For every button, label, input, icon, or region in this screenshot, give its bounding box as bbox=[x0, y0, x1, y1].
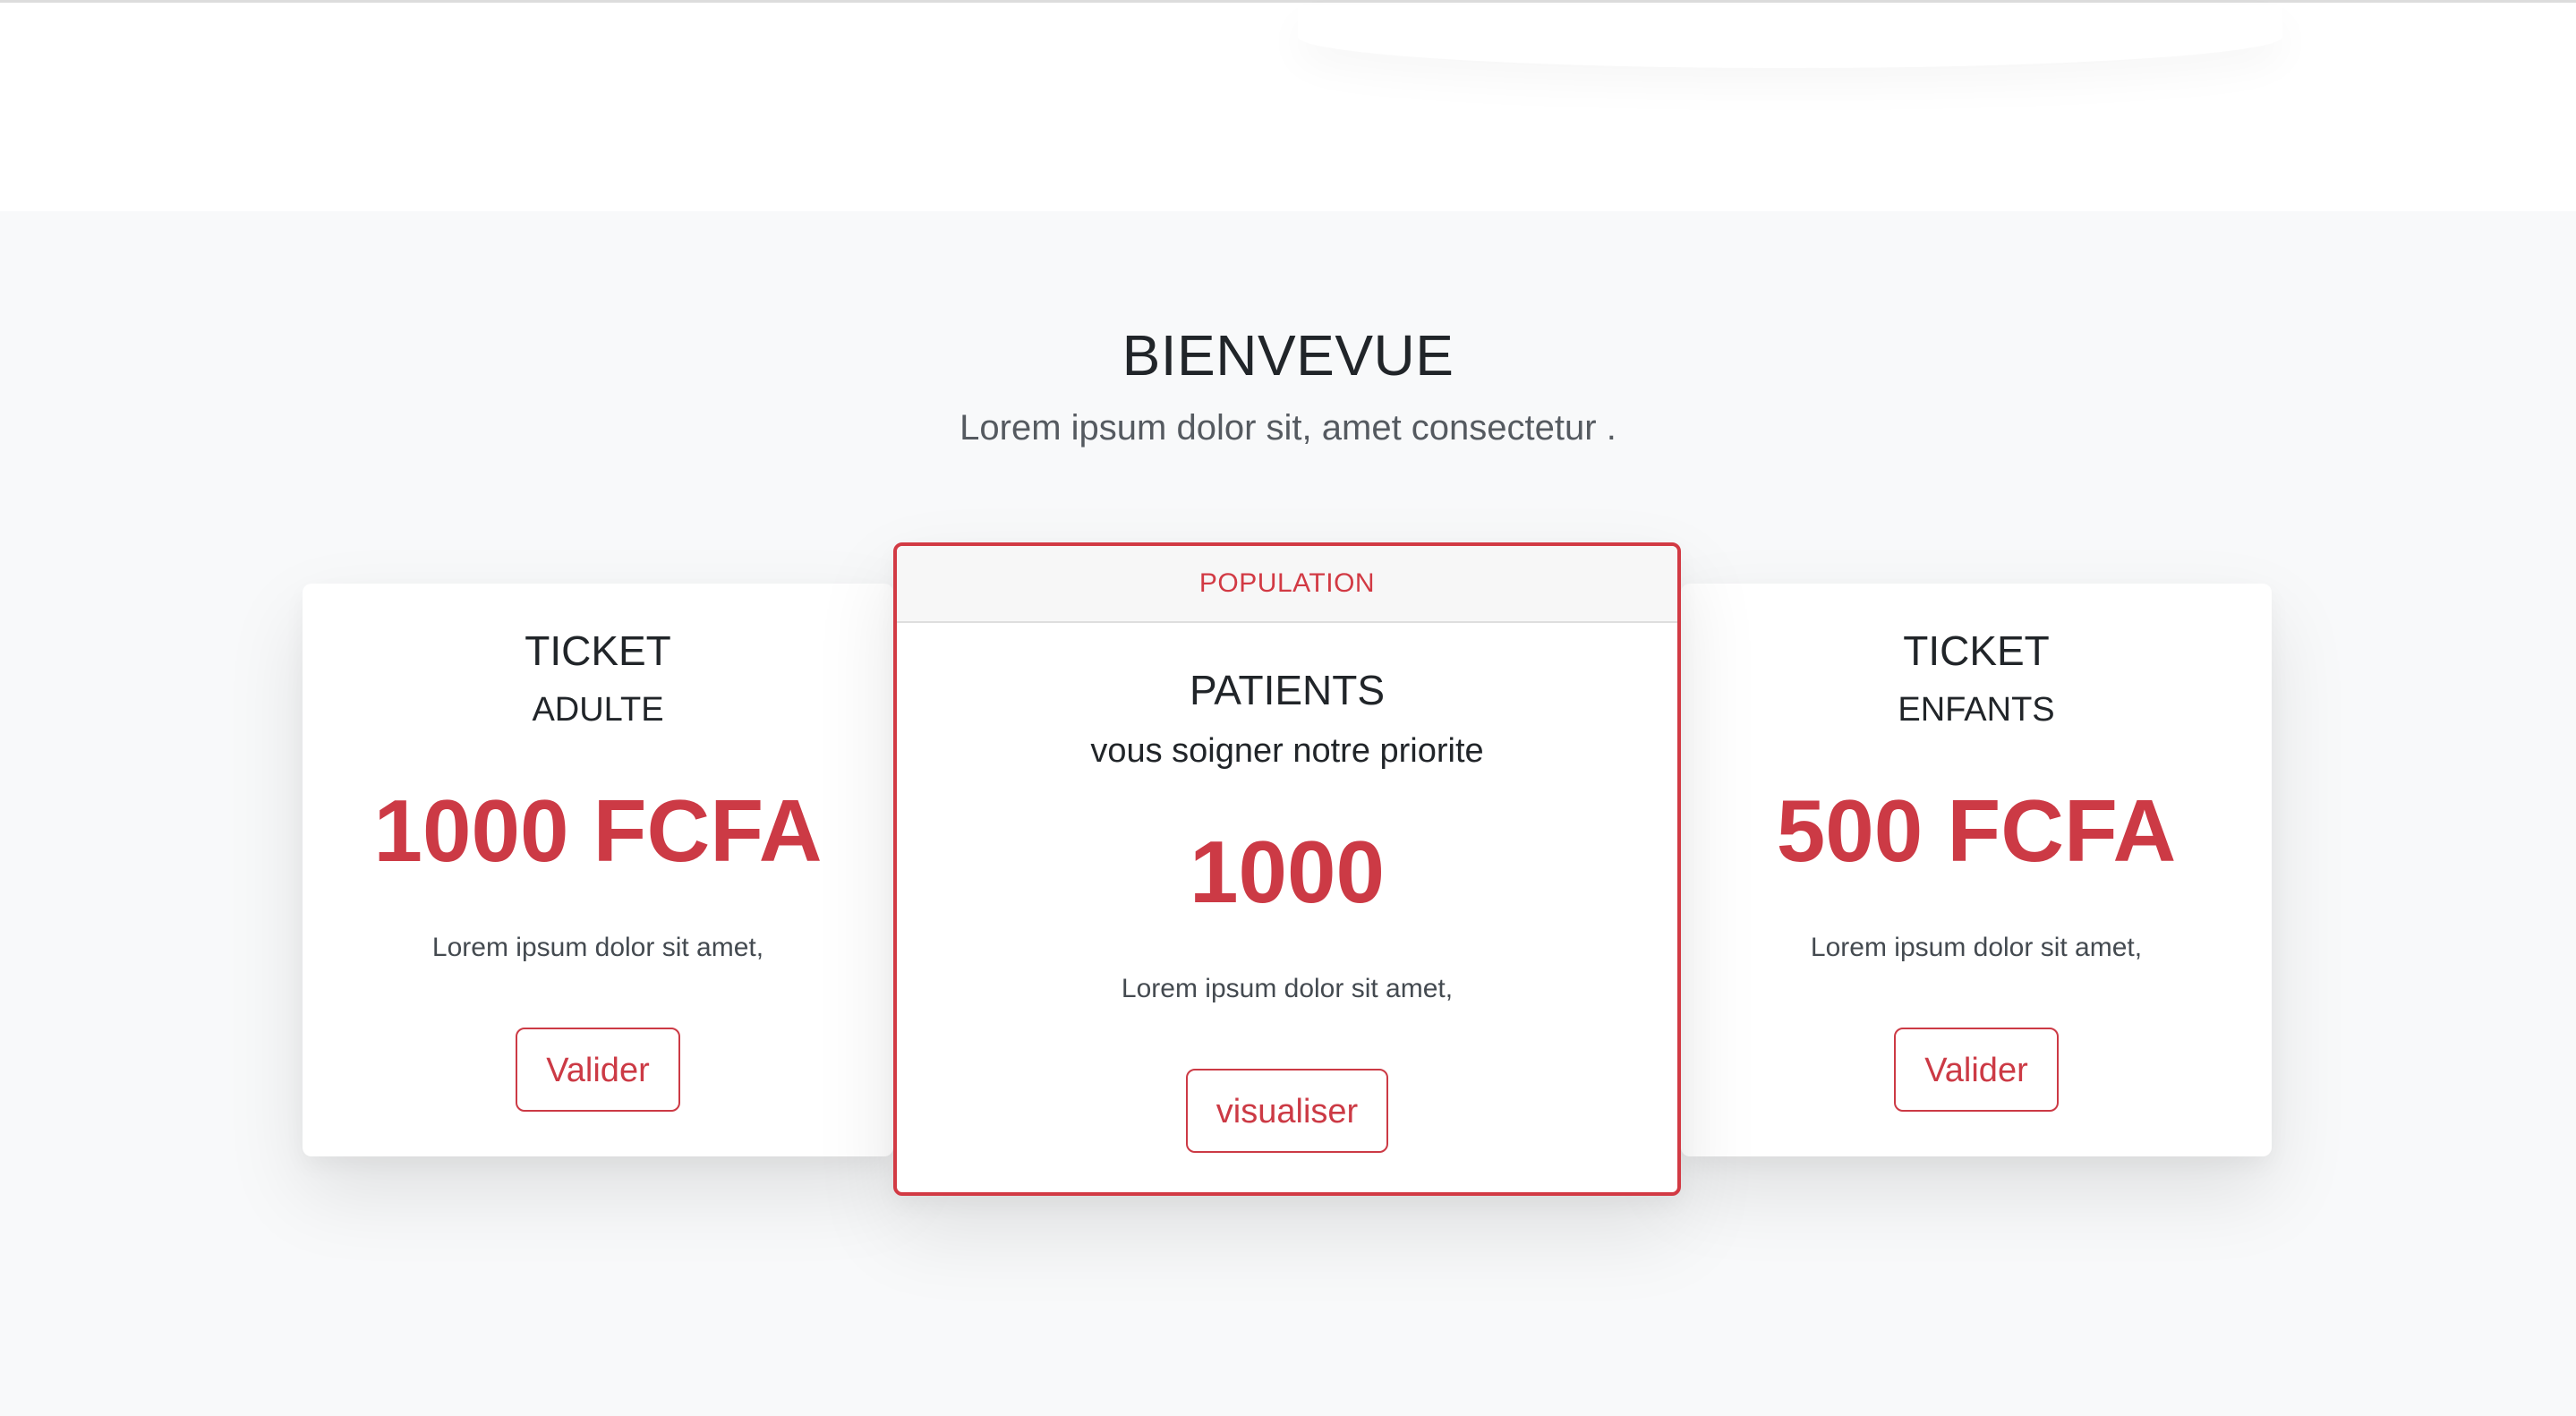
valider-button[interactable]: Valider bbox=[1894, 1028, 2059, 1112]
page-subtitle: Lorem ipsum dolor sit, amet consectetur … bbox=[960, 408, 1616, 448]
visualiser-button[interactable]: visualiser bbox=[1185, 1069, 1389, 1153]
card-description: Lorem ipsum dolor sit amet, bbox=[431, 933, 764, 962]
card-price: 1000 bbox=[1189, 823, 1385, 921]
card-title: PATIENTS bbox=[1189, 667, 1386, 713]
card-subtitle: ADULTE bbox=[532, 691, 664, 729]
card-title: TICKET bbox=[1903, 627, 2050, 674]
card-description: Lorem ipsum dolor sit amet, bbox=[1810, 933, 2143, 962]
top-navbar bbox=[0, 0, 2576, 211]
card-subtitle: vous soigner notre priorite bbox=[1090, 732, 1484, 770]
card-subtitle: ENFANTS bbox=[1898, 691, 2055, 729]
ticket-card-adulte: TICKET ADULTE 1000 FCFA Lorem ipsum dolo… bbox=[303, 584, 893, 1156]
card-description: Lorem ipsum dolor sit amet, bbox=[1121, 974, 1454, 1003]
page: BIENVEVUE Lorem ipsum dolor sit, amet co… bbox=[0, 0, 2576, 1416]
card-price: 1000 FCFA bbox=[373, 781, 823, 880]
patients-card: POPULATION PATIENTS vous soigner notre p… bbox=[893, 542, 1681, 1196]
page-title: BIENVEVUE bbox=[1122, 323, 1454, 388]
card-title: TICKET bbox=[525, 627, 671, 674]
card-price: 500 FCFA bbox=[1776, 781, 2177, 880]
ticket-card-enfants: TICKET ENFANTS 500 FCFA Lorem ipsum dolo… bbox=[1681, 584, 2272, 1156]
card-header: POPULATION bbox=[897, 546, 1677, 623]
valider-button[interactable]: Valider bbox=[516, 1028, 680, 1112]
navbar-shadow bbox=[1298, 5, 2282, 68]
